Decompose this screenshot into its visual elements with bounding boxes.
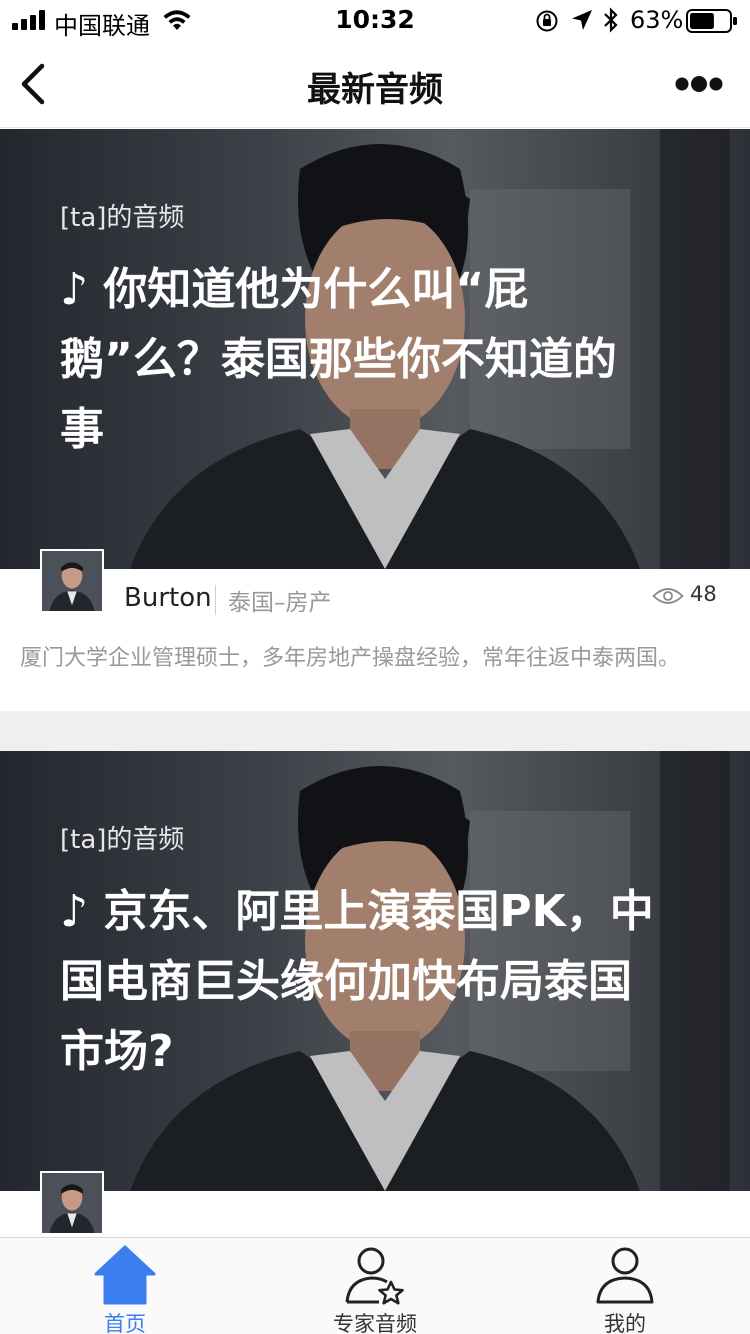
audio-card[interactable]: [ta]的音频 ♪ 你知道他为什么叫“屁鹅”么？泰国那些你不知道的事 Burto… xyxy=(0,129,750,711)
audio-cover[interactable]: [ta]的音频 ♪ 你知道他为什么叫“屁鹅”么？泰国那些你不知道的事 xyxy=(0,129,750,569)
tab-label: 我的 xyxy=(604,1312,646,1334)
author-row: Burton 泰国–房产 48 xyxy=(0,549,750,629)
tab-mine[interactable]: 我的 xyxy=(500,1238,750,1334)
audio-headline[interactable]: ♪ 你知道他为什么叫“屁鹅”么？泰国那些你不知道的事 xyxy=(60,255,660,465)
tab-expert-audio[interactable]: 专家音频 xyxy=(250,1238,500,1334)
author-field: 泰国–房产 xyxy=(228,590,332,616)
avatar[interactable] xyxy=(40,1171,104,1235)
author-row xyxy=(0,1171,750,1237)
audio-card[interactable]: [ta]的音频 ♪ 京东、阿里上演泰国PK，中国电商巨头缘何加快布局泰国市场? xyxy=(0,751,750,1237)
battery-percent: 63% xyxy=(630,6,684,34)
expert-star-icon xyxy=(345,1247,404,1305)
audio-feed: [ta]的音频 ♪ 你知道他为什么叫“屁鹅”么？泰国那些你不知道的事 Burto… xyxy=(0,129,750,1237)
screen: 中国联通 10:32 63% 最新音频 [ta]的音频 ♪ 你知道他为什么叫“屁… xyxy=(0,0,750,1334)
location-arrow-icon xyxy=(572,10,592,30)
view-count: 48 xyxy=(690,582,717,606)
user-icon xyxy=(596,1247,654,1304)
tab-label: 首页 xyxy=(104,1312,146,1334)
nav-bar: 最新音频 xyxy=(0,40,750,128)
avatar[interactable] xyxy=(40,549,104,613)
eye-icon xyxy=(652,588,684,604)
battery-icon xyxy=(686,9,737,33)
divider xyxy=(215,585,216,615)
audio-headline[interactable]: ♪ 京东、阿里上演泰国PK，中国电商巨头缘何加快布局泰国市场? xyxy=(60,877,660,1087)
tab-bar: 首页 专家音频 我的 xyxy=(0,1237,750,1334)
audio-tag: [ta]的音频 xyxy=(60,825,185,855)
status-bar: 中国联通 10:32 63% xyxy=(0,0,750,40)
bluetooth-icon xyxy=(604,7,618,33)
tab-home[interactable]: 首页 xyxy=(0,1238,250,1334)
audio-cover[interactable]: [ta]的音频 ♪ 京东、阿里上演泰国PK，中国电商巨头缘何加快布局泰国市场? xyxy=(0,751,750,1191)
more-dots-icon[interactable] xyxy=(674,74,724,94)
audio-tag: [ta]的音频 xyxy=(60,203,185,233)
author-name[interactable]: Burton xyxy=(124,583,212,613)
home-icon xyxy=(94,1245,156,1305)
rotation-lock-icon xyxy=(536,10,558,32)
page-title: 最新音频 xyxy=(307,70,443,110)
tab-label: 专家音频 xyxy=(333,1312,417,1334)
author-bio: 厦门大学企业管理硕士，多年房地产操盘经验，常年往返中泰两国。 xyxy=(20,646,681,671)
